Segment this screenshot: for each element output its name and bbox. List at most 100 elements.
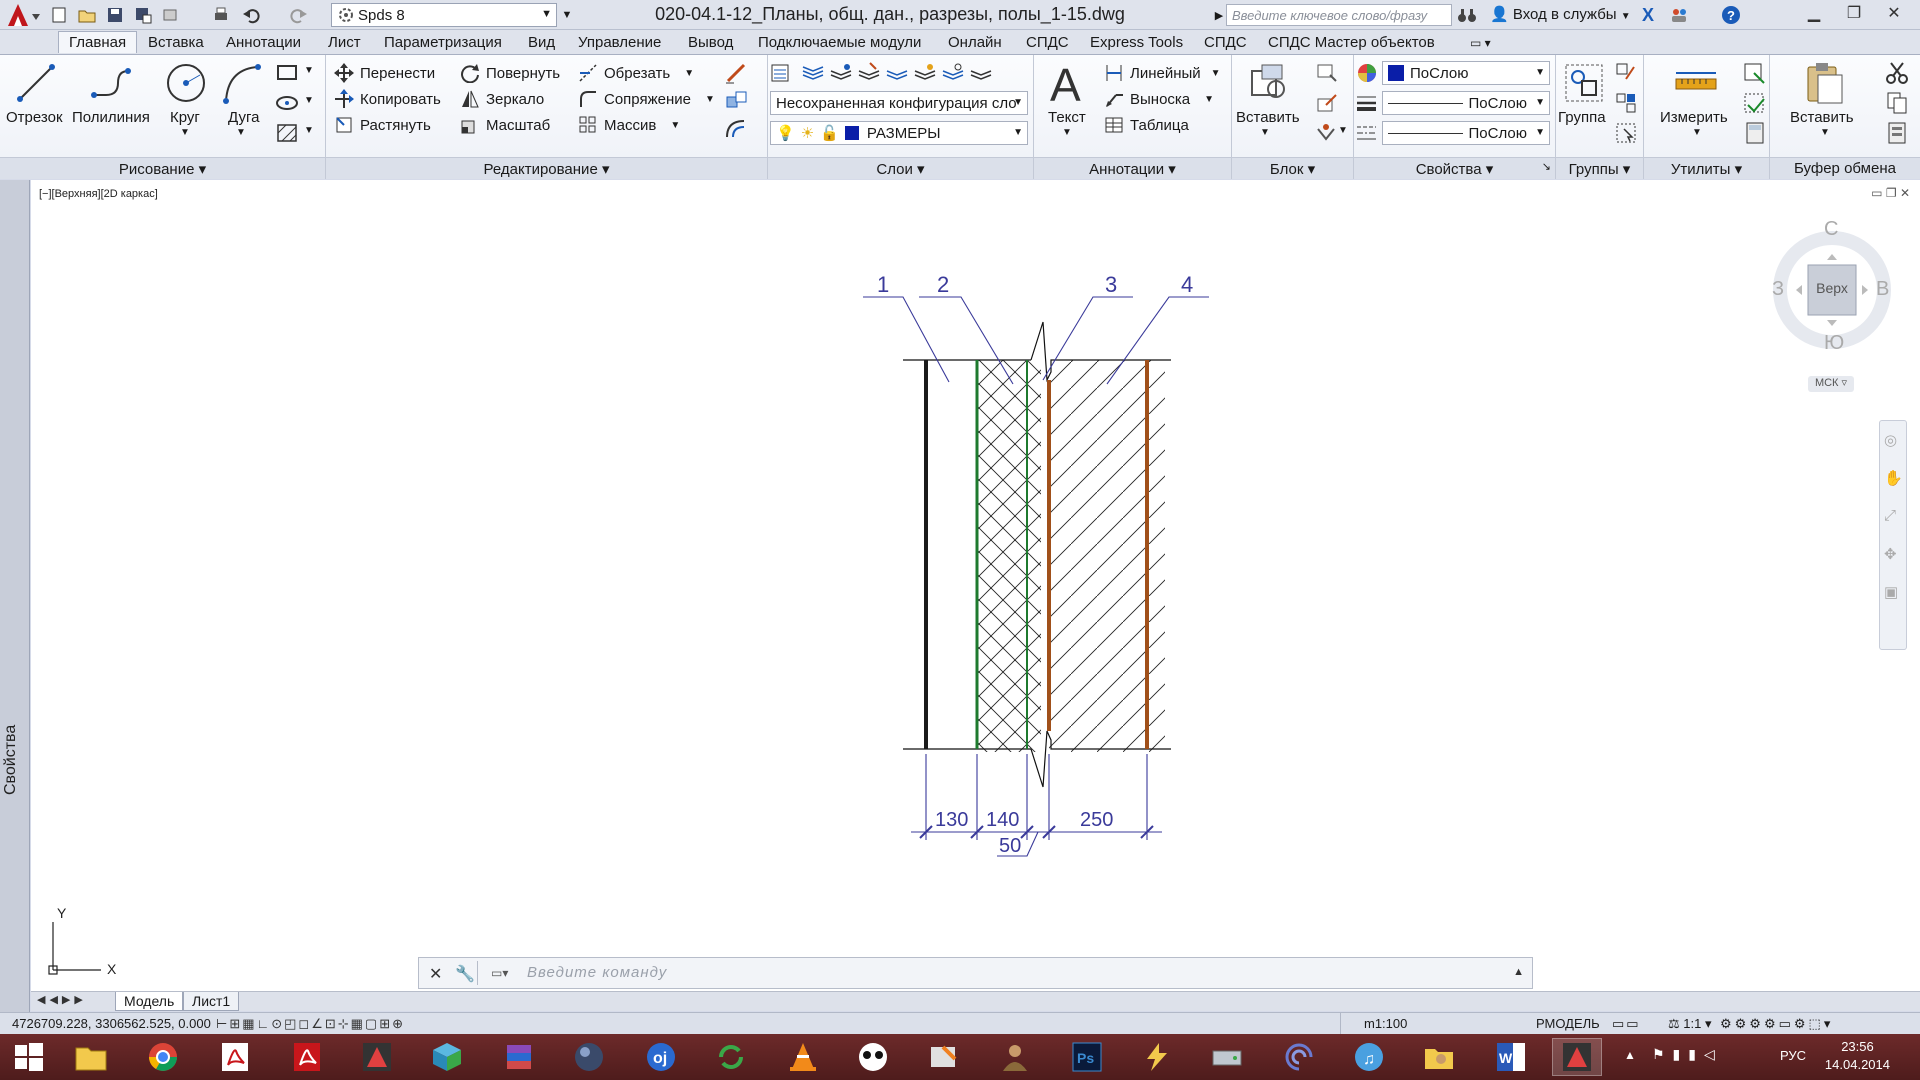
tab-express-tools[interactable]: Express Tools: [1090, 32, 1183, 54]
lineweight-button[interactable]: [1354, 91, 1380, 115]
panel-draw-title[interactable]: Рисование ▾: [0, 157, 325, 179]
save-button[interactable]: [104, 4, 126, 26]
panel-layers-title[interactable]: Слои ▾: [768, 157, 1033, 179]
taskbar-winrar[interactable]: [494, 1038, 544, 1076]
chevron-down-icon[interactable]: ▼: [670, 120, 680, 131]
tab-spds[interactable]: СПДС: [1026, 32, 1069, 54]
taskbar-chrome[interactable]: [138, 1038, 188, 1076]
polyline-button[interactable]: [88, 61, 132, 109]
chevron-down-icon[interactable]: ▼: [1204, 94, 1214, 105]
taskbar-explorer[interactable]: [66, 1038, 116, 1076]
taskbar-app-folder-person[interactable]: [1414, 1038, 1464, 1076]
taskbar-acrobat-pro[interactable]: [282, 1038, 332, 1076]
layer-tool-3-button[interactable]: [828, 61, 854, 85]
chevron-down-icon[interactable]: ▼: [1692, 127, 1702, 138]
taskbar-app-sphere[interactable]: [564, 1038, 614, 1076]
chevron-down-icon[interactable]: ▼: [304, 65, 314, 76]
copy-button[interactable]: Копировать: [334, 89, 441, 109]
rotate-button[interactable]: Повернуть: [460, 63, 560, 83]
measure-button[interactable]: [1674, 63, 1718, 107]
taskbar-vlc[interactable]: [778, 1038, 828, 1076]
compass-south[interactable]: Ю: [1824, 332, 1844, 355]
command-prompt-icon[interactable]: ▭▾: [491, 966, 508, 980]
tab-plugins[interactable]: Подключаемые модули: [758, 32, 921, 54]
search-input[interactable]: Введите ключевое слово/фразу: [1226, 4, 1452, 26]
minimize-button[interactable]: ▁: [1794, 0, 1834, 26]
copy-clip-button[interactable]: [1884, 91, 1910, 115]
panel-utilities-title[interactable]: Утилиты ▾: [1644, 157, 1769, 179]
drawing-canvas[interactable]: [−][Верхняя][2D каркас] ▭ ❐ ✕ 1 2 3 4 13…: [31, 180, 1920, 992]
linear-dimension-button[interactable]: Линейный ▼: [1104, 63, 1221, 83]
panel-modify-title[interactable]: Редактирование ▾: [326, 157, 767, 179]
application-menu-button[interactable]: [4, 2, 42, 28]
tab-layout[interactable]: Лист: [328, 32, 361, 54]
command-input[interactable]: Введите команду: [527, 964, 667, 981]
arrow-south-icon[interactable]: [1827, 320, 1837, 326]
layout-nav-arrows[interactable]: ◀◀▶▶: [37, 993, 87, 1006]
chevron-down-icon[interactable]: ▼: [684, 68, 694, 79]
arrow-north-icon[interactable]: [1827, 254, 1837, 260]
tab-home[interactable]: Главная: [58, 31, 138, 53]
show-hidden-icons-button[interactable]: ▲: [1624, 1048, 1636, 1062]
insert-block-button[interactable]: [1246, 61, 1290, 109]
command-customize-button[interactable]: 🔧: [455, 964, 475, 984]
explode-button[interactable]: [724, 89, 750, 117]
ribbon-minimize-button[interactable]: ▭ ▾: [1470, 32, 1491, 54]
tab-parametric[interactable]: Параметризация: [384, 32, 502, 54]
text-button[interactable]: A: [1048, 59, 1088, 111]
tab-annotate[interactable]: Аннотации: [226, 32, 301, 54]
table-button[interactable]: Таблица: [1104, 115, 1189, 135]
linetype-button[interactable]: [1354, 121, 1380, 145]
layout-tab-sheet1[interactable]: Лист1: [183, 992, 240, 1011]
command-close-button[interactable]: ✕: [429, 964, 442, 984]
tab-spds-2[interactable]: СПДС: [1204, 32, 1247, 54]
zoom-icon[interactable]: ⤢: [1884, 507, 1896, 524]
layer-tool-4-button[interactable]: [856, 61, 882, 85]
exchange-apps-button[interactable]: X: [1637, 4, 1659, 26]
layer-state-dropdown[interactable]: Несохраненная конфигурация сло ▼: [770, 91, 1028, 115]
group-select-button[interactable]: [1614, 121, 1640, 145]
pan-hand-icon[interactable]: ✋: [1884, 469, 1903, 487]
trim-button[interactable]: Обрезать ▼: [578, 63, 694, 83]
lineweight-dropdown[interactable]: ПоСлою ▼: [1382, 91, 1550, 115]
taskbar-app-clock[interactable]: [1132, 1038, 1182, 1076]
chevron-down-icon[interactable]: ▼: [1260, 127, 1270, 138]
hatch-pattern-button[interactable]: [274, 121, 300, 145]
chevron-down-icon[interactable]: ▼: [1338, 125, 1348, 136]
taskbar-sync[interactable]: [706, 1038, 756, 1076]
color-dropdown[interactable]: ПоСлою ▼: [1382, 61, 1550, 85]
save-as-button[interactable]: [132, 4, 154, 26]
layer-properties-button[interactable]: [768, 61, 794, 85]
signin-button[interactable]: 👤 Вход в службы ▼: [1490, 5, 1631, 23]
panel-clipboard-title[interactable]: Буфер обмена: [1770, 157, 1920, 179]
chevron-down-icon[interactable]: ▼: [1211, 68, 1221, 79]
open-file-button[interactable]: [76, 4, 98, 26]
taskbar-app-drive[interactable]: [1202, 1038, 1252, 1076]
layer-tool-6-button[interactable]: [912, 61, 938, 85]
offset-button[interactable]: [724, 117, 750, 145]
layer-dropdown[interactable]: 💡 ☀ 🔓 РАЗМЕРЫ ▼: [770, 121, 1028, 145]
layout-view-toggles[interactable]: ▭▭: [1612, 1016, 1641, 1032]
ungroup-button[interactable]: [1614, 61, 1640, 85]
panel-block-title[interactable]: Блок ▾: [1232, 157, 1353, 179]
new-file-button[interactable]: [48, 4, 70, 26]
taskbar-acrobat[interactable]: [210, 1038, 260, 1076]
chevron-down-icon[interactable]: ▼: [304, 95, 314, 106]
layer-tool-8-button[interactable]: [968, 61, 994, 85]
redo-button[interactable]: [288, 4, 310, 26]
paste-button[interactable]: [1802, 61, 1846, 109]
search-button[interactable]: [1456, 4, 1478, 26]
workspace-dropdown[interactable]: Spds 8 ▼: [331, 3, 557, 27]
print-button[interactable]: [210, 4, 232, 26]
tab-view[interactable]: Вид: [528, 32, 555, 54]
restore-button[interactable]: ❐: [1834, 0, 1874, 26]
erase-button[interactable]: [724, 61, 750, 89]
showmotion-icon[interactable]: ▣: [1884, 583, 1898, 601]
mirror-button[interactable]: Зеркало: [460, 89, 544, 109]
drawing-scale[interactable]: m1:100: [1364, 1016, 1407, 1031]
input-language[interactable]: РУС: [1780, 1048, 1806, 1063]
tab-online[interactable]: Онлайн: [948, 32, 1002, 54]
taskbar-autocad-1[interactable]: [352, 1038, 402, 1076]
taskbar-word[interactable]: W: [1486, 1038, 1536, 1076]
viewcube[interactable]: С Ю З В Верх МСК ▿: [1772, 210, 1892, 410]
